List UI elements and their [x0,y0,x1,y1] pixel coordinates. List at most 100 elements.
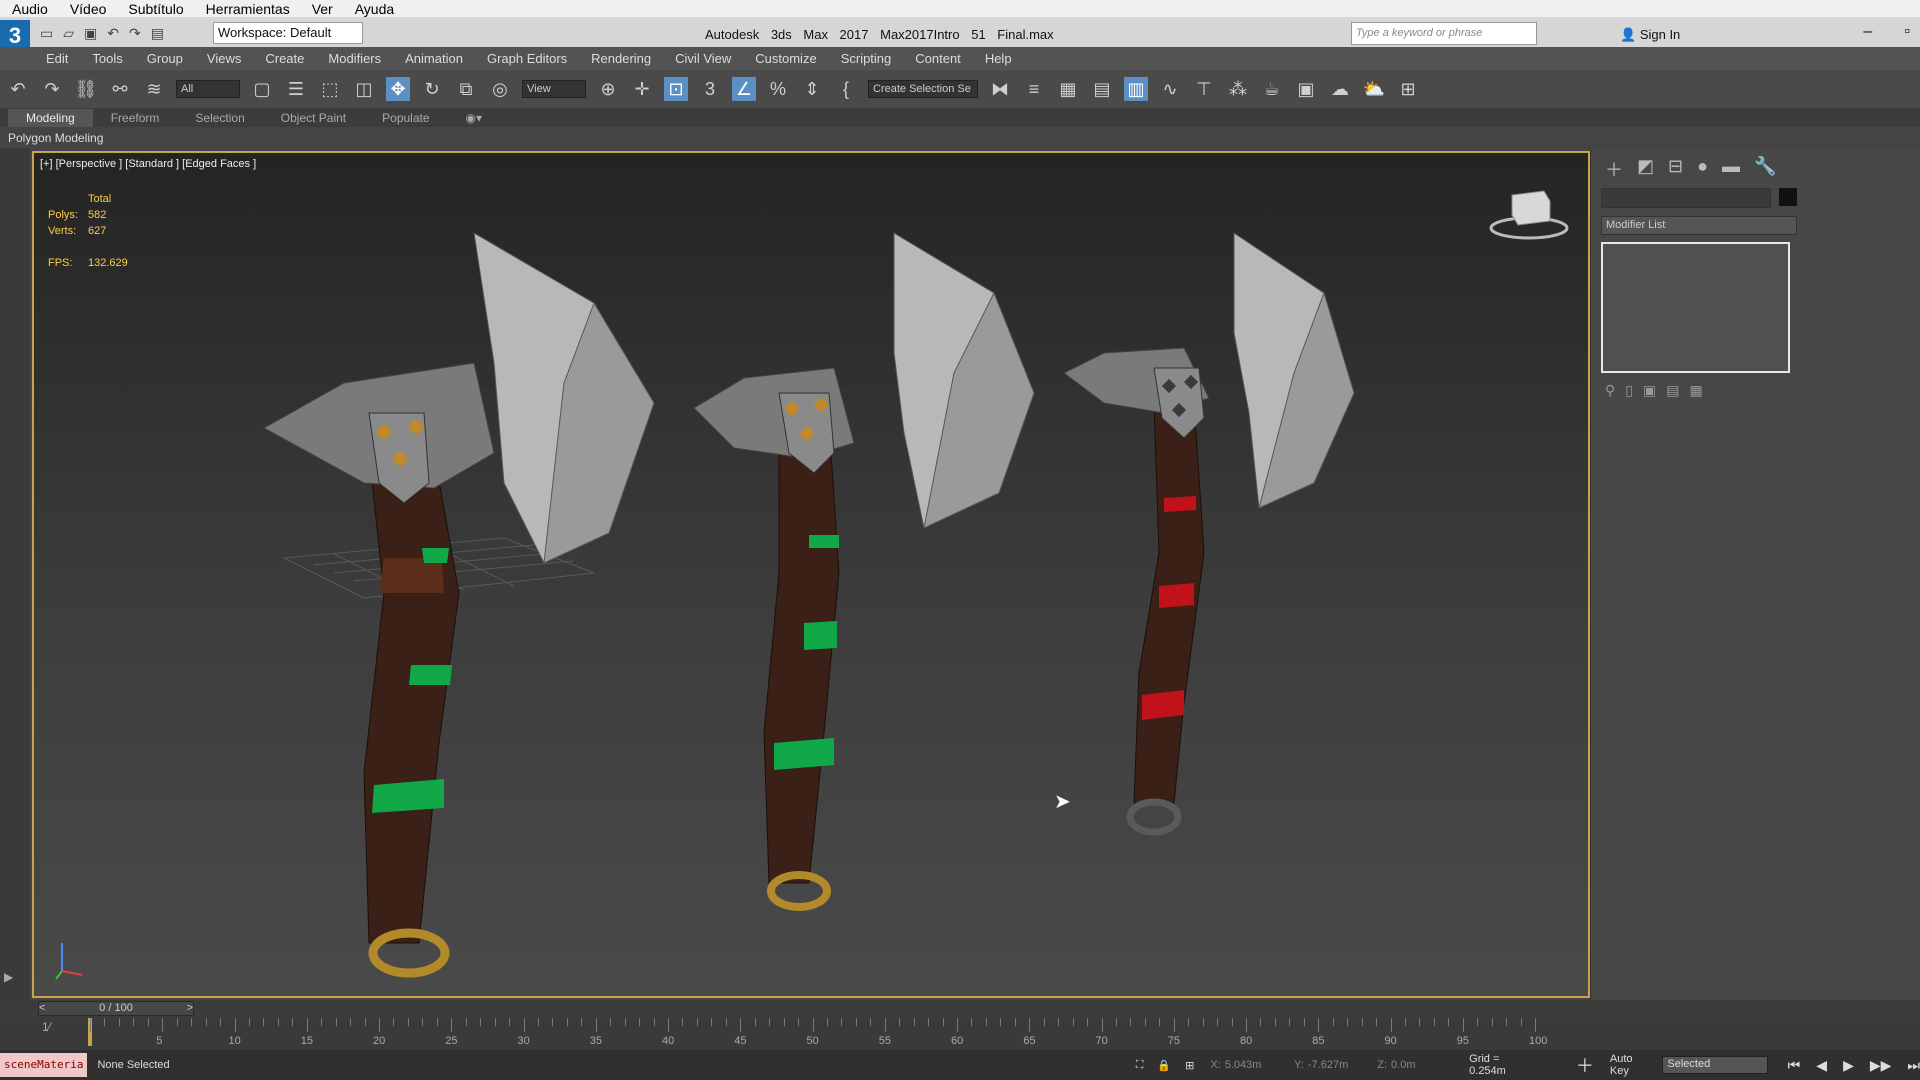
move-icon[interactable]: ✥ [386,77,410,101]
spinner-snap-icon[interactable]: ⇕ [800,77,824,101]
scene-explorer-icon[interactable]: ▦ [1056,77,1080,101]
remove-modifier-icon[interactable]: ▤ [1666,382,1689,398]
menu-content[interactable]: Content [915,51,961,66]
axe-model-left[interactable] [262,232,655,978]
menu-tools[interactable]: Herramientas [194,1,300,17]
menu-tools-app[interactable]: Tools [92,51,122,66]
place-icon[interactable]: ◎ [488,77,512,101]
object-color-swatch[interactable] [1779,188,1797,206]
go-to-start-icon[interactable]: ⏮ [1788,1057,1801,1074]
rectangle-selection-icon[interactable]: ⬚ [318,77,342,101]
maximize-icon[interactable]: ▫ [1904,23,1910,41]
project-folder-icon[interactable]: ▤ [151,25,164,42]
key-filter-dropdown[interactable]: Selected [1662,1056,1768,1074]
material-editor-icon[interactable]: ⁂ [1226,77,1250,101]
mirror-icon[interactable]: ⧓ [988,77,1012,101]
align-icon[interactable]: ≡ [1022,77,1046,101]
modifier-list-dropdown[interactable]: Modifier List [1601,216,1797,235]
track-bar[interactable]: 1⁄ 5 10 15 20 25 30 35 40 45 50 55 60 65 70 75 80 85 90 95… [0,1018,1920,1050]
make-unique-icon[interactable]: ▣ [1643,382,1666,398]
window-crossing-icon[interactable]: ◫ [352,77,376,101]
link-icon[interactable]: ⛓ [74,77,98,101]
tab-freeform[interactable]: Freeform [93,109,178,127]
open-file-icon[interactable]: ▱ [63,25,74,42]
angle-snap-icon[interactable]: ∠ [732,77,756,101]
rendered-frame-icon[interactable]: ▣ [1294,77,1318,101]
snaps-toggle-icon[interactable]: 3 [698,77,722,101]
menu-civil-view[interactable]: Civil View [675,51,731,66]
menu-subtitle[interactable]: Subtítulo [116,1,193,17]
layer-explorer-icon[interactable]: ▤ [1090,77,1114,101]
selection-lock-icon[interactable]: 🔒 [1157,1059,1171,1072]
reference-coord-dropdown[interactable]: View [522,80,586,98]
menu-animation[interactable]: Animation [405,51,463,66]
viewport-layout-strip[interactable]: ▶ [0,148,30,1000]
maxscript-listener[interactable]: sceneMateria [0,1053,88,1077]
y-coordinate-field[interactable]: -7.627m [1308,1059,1361,1071]
modify-tab-icon[interactable]: ◩ [1637,156,1654,182]
isolate-selection-icon[interactable]: ⛶ [1136,1059,1144,1072]
undo-icon[interactable]: ↶ [6,77,30,101]
x-coordinate-field[interactable]: 5.043m [1225,1059,1278,1071]
scale-icon[interactable]: ⧉ [454,77,478,101]
menu-rendering[interactable]: Rendering [591,51,651,66]
auto-key-button[interactable]: Auto Key [1610,1053,1653,1077]
menu-modifiers[interactable]: Modifiers [328,51,381,66]
edit-named-selection-icon[interactable]: { [834,77,858,101]
menu-customize[interactable]: Customize [755,51,816,66]
utilities-tab-icon[interactable]: 🔧 [1754,156,1776,182]
ribbon-options-icon[interactable]: ◉▾ [448,109,501,127]
viewcube-icon[interactable] [1489,190,1569,240]
axe-model-right[interactable] [1063,232,1355,836]
next-frame-icon[interactable]: ▶▶ [1870,1057,1892,1074]
curve-editor-icon[interactable]: ∿ [1158,77,1182,101]
absolute-mode-icon[interactable]: ⊞ [1185,1059,1194,1072]
z-coordinate-field[interactable]: 0.0m [1391,1059,1429,1071]
tab-modeling[interactable]: Modeling [8,108,93,127]
unlink-icon[interactable]: ⚯ [108,77,132,101]
slider-prev-icon[interactable]: < [39,1002,45,1014]
render-setup-icon[interactable]: ☕ [1260,77,1284,101]
percent-snap-icon[interactable]: % [766,77,790,101]
menu-help-app[interactable]: Help [985,51,1012,66]
schematic-view-icon[interactable]: ⊤ [1192,77,1216,101]
new-file-icon[interactable]: ▭ [40,25,53,42]
named-selection-dropdown[interactable]: Create Selection Se [868,80,978,98]
modifier-stack[interactable] [1601,242,1790,373]
perspective-viewport[interactable]: [+] [Perspective ] [Standard ] [Edged Fa… [32,151,1590,998]
tab-object-paint[interactable]: Object Paint [263,109,364,127]
menu-help[interactable]: Ayuda [343,1,404,17]
menu-scripting[interactable]: Scripting [841,51,892,66]
previous-frame-icon[interactable]: ◀ [1816,1057,1827,1074]
menu-graph-editors[interactable]: Graph Editors [487,51,567,66]
redo-icon[interactable]: ↷ [129,25,141,42]
axe-model-middle[interactable] [693,232,1035,911]
polygon-modeling-panel[interactable]: Polygon Modeling [8,131,103,145]
play-icon[interactable]: ▶ [1843,1057,1854,1074]
menu-audio[interactable]: Audio [0,1,58,17]
select-manipulate-icon[interactable]: ✛ [630,77,654,101]
tab-selection[interactable]: Selection [177,109,262,127]
minimize-icon[interactable]: – [1863,23,1872,41]
menu-view[interactable]: Ver [300,1,343,17]
render-production-icon[interactable]: ☁ [1328,77,1352,101]
track-bar-mini-icon[interactable]: 1⁄ [42,1020,62,1034]
a360-gallery-icon[interactable]: ⊞ [1396,77,1420,101]
motion-tab-icon[interactable]: ● [1697,156,1708,182]
expand-arrow-icon[interactable]: ▶ [4,970,13,984]
undo-icon[interactable]: ↶ [107,25,119,42]
redo-icon[interactable]: ↷ [40,77,64,101]
menu-create[interactable]: Create [265,51,304,66]
workspace-dropdown[interactable]: Workspace: Default [213,22,363,44]
menu-views[interactable]: Views [207,51,241,66]
save-icon[interactable]: ▣ [84,25,97,42]
display-tab-icon[interactable]: ▬ [1722,156,1740,182]
tab-populate[interactable]: Populate [364,109,447,127]
add-time-tag-icon[interactable]: ＋ [1576,1052,1594,1078]
select-by-name-icon[interactable]: ☰ [284,77,308,101]
rotate-icon[interactable]: ↻ [420,77,444,101]
create-tab-icon[interactable]: ＋ [1605,156,1623,182]
search-input[interactable]: Type a keyword or phrase [1351,22,1537,45]
pin-stack-icon[interactable]: ⚲ [1605,382,1625,398]
time-slider[interactable]: <0 / 100 > [38,1001,194,1016]
